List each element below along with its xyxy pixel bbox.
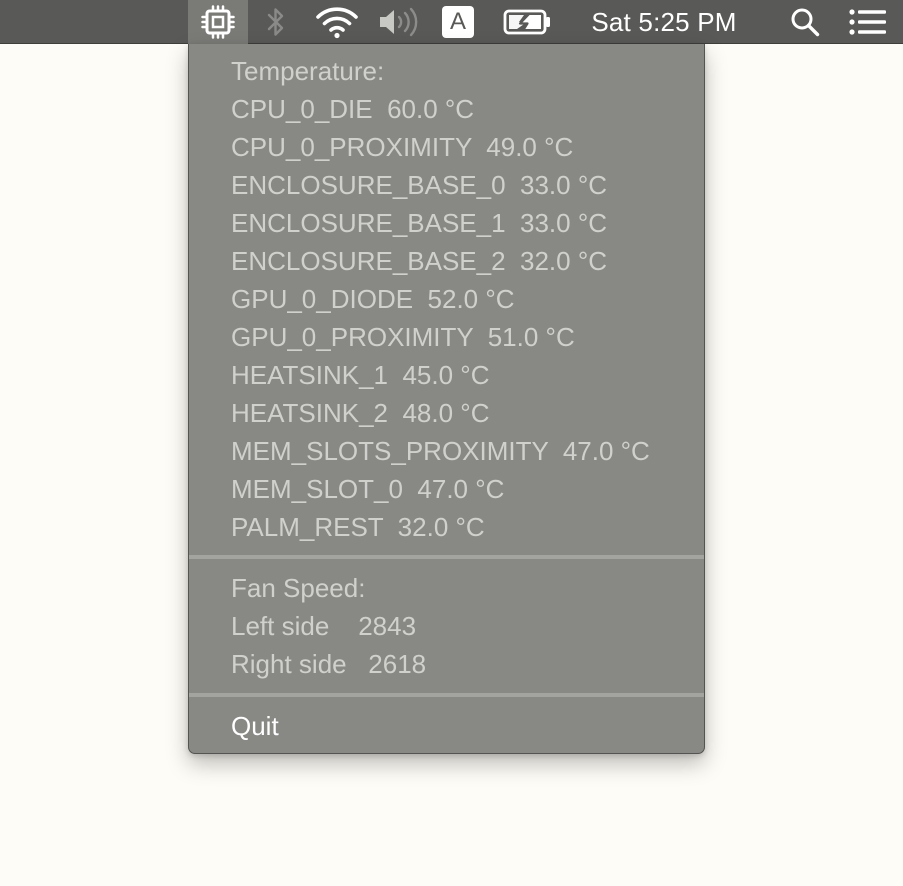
sensor-name: HEATSINK_1	[231, 360, 389, 390]
temperature-item: ENCLOSURE_BASE_0 33.0 °C	[231, 166, 607, 204]
notification-center-icon	[848, 8, 888, 36]
sensor-name: PALM_REST	[231, 512, 384, 542]
temperature-item: GPU_0_PROXIMITY 51.0 °C	[231, 318, 575, 356]
spotlight-search-icon	[789, 6, 821, 38]
sensor-dropdown-menu: Temperature: CPU_0_DIE 60.0 °C CPU_0_PRO…	[188, 44, 705, 754]
sensor-name: ENCLOSURE_BASE_0	[231, 170, 506, 200]
sensor-value: 33.0 °C	[520, 170, 608, 200]
temperature-item: HEATSINK_1 45.0 °C	[231, 356, 489, 394]
notification-center-item[interactable]	[844, 0, 892, 44]
fan-item: Left side 2843	[231, 607, 416, 645]
battery-status-item[interactable]	[500, 0, 554, 44]
fan-value: 2618	[368, 649, 427, 679]
fan-speed-header: Fan Speed:	[231, 573, 366, 603]
fan-value: 2843	[358, 611, 417, 641]
menu-separator	[189, 693, 704, 697]
sensor-name: ENCLOSURE_BASE_2	[231, 246, 506, 276]
sensor-name: MEM_SLOTS_PROXIMITY	[231, 436, 549, 466]
sensor-value: 33.0 °C	[520, 208, 608, 238]
bluetooth-status-item[interactable]	[258, 0, 294, 44]
fan-name: Left side	[231, 611, 330, 641]
fan-name: Right side	[231, 649, 347, 679]
sensor-name: CPU_0_PROXIMITY	[231, 132, 472, 162]
cpu-status-item[interactable]	[188, 0, 248, 44]
sensor-value: 45.0 °C	[402, 360, 490, 390]
input-source-icon: A	[442, 6, 474, 38]
fan-item: Right side 2618	[231, 645, 426, 683]
clock[interactable]: Sat 5:25 PM	[578, 0, 750, 44]
temperature-item: ENCLOSURE_BASE_2 32.0 °C	[231, 242, 607, 280]
sensor-value: 48.0 °C	[402, 398, 490, 428]
bluetooth-icon	[266, 6, 286, 38]
sensor-name: ENCLOSURE_BASE_1	[231, 208, 506, 238]
input-source-item[interactable]: A	[440, 0, 476, 44]
sensor-value: 60.0 °C	[387, 94, 475, 124]
menu-separator	[189, 555, 704, 559]
sensor-name: MEM_SLOT_0	[231, 474, 403, 504]
sensor-value: 47.0 °C	[562, 436, 650, 466]
temperature-item: HEATSINK_2 48.0 °C	[231, 394, 489, 432]
cpu-icon	[200, 4, 236, 40]
sensor-value: 52.0 °C	[427, 284, 515, 314]
temperature-item: CPU_0_PROXIMITY 49.0 °C	[231, 128, 573, 166]
temperature-item: CPU_0_DIE 60.0 °C	[231, 90, 474, 128]
temperature-item: PALM_REST 32.0 °C	[231, 508, 485, 546]
sensor-value: 32.0 °C	[397, 512, 485, 542]
sensor-value: 32.0 °C	[520, 246, 608, 276]
clock-text: Sat 5:25 PM	[591, 6, 737, 37]
quit-menu-item[interactable]: Quit	[231, 707, 279, 745]
temperature-item: ENCLOSURE_BASE_1 33.0 °C	[231, 204, 607, 242]
menu-bar: A Sat 5:25 PM	[0, 0, 903, 44]
sensor-name: CPU_0_DIE	[231, 94, 373, 124]
temperature-header: Temperature:	[231, 56, 385, 86]
sensor-name: GPU_0_DIODE	[231, 284, 414, 314]
wifi-icon	[315, 5, 359, 39]
sensor-value: 51.0 °C	[487, 322, 575, 352]
temperature-item: MEM_SLOTS_PROXIMITY 47.0 °C	[231, 432, 650, 470]
sensor-value: 47.0 °C	[417, 474, 505, 504]
wifi-status-item[interactable]	[312, 0, 362, 44]
sensor-value: 49.0 °C	[486, 132, 574, 162]
battery-charging-icon	[502, 8, 552, 36]
volume-status-item[interactable]	[374, 0, 424, 44]
sensor-name: GPU_0_PROXIMITY	[231, 322, 474, 352]
volume-icon	[376, 6, 422, 38]
temperature-item: MEM_SLOT_0 47.0 °C	[231, 470, 504, 508]
spotlight-item[interactable]	[784, 0, 826, 44]
sensor-name: HEATSINK_2	[231, 398, 389, 428]
temperature-item: GPU_0_DIODE 52.0 °C	[231, 280, 515, 318]
